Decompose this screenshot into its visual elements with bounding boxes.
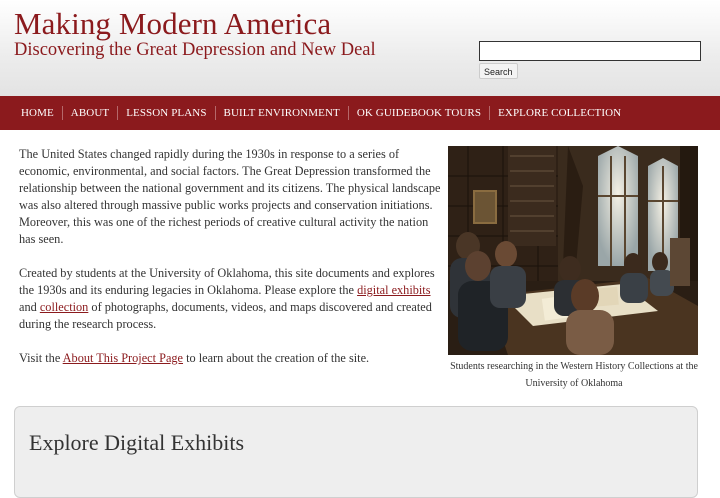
photo-illustration (448, 146, 698, 355)
intro-paragraph: Created by students at the University of… (19, 265, 442, 333)
intro-paragraph: Visit the About This Project Page to lea… (19, 350, 442, 367)
search-button[interactable]: Search (479, 63, 518, 79)
nav-item-ok-guidebook-tours[interactable]: OK GUIDEBOOK TOURS (349, 96, 489, 130)
search-input[interactable] (479, 41, 701, 61)
nav-item-about[interactable]: ABOUT (63, 96, 117, 130)
intro-paragraph: The United States changed rapidly during… (19, 147, 441, 246)
explore-exhibits-panel: Explore Digital Exhibits (14, 406, 698, 498)
explore-exhibits-heading: Explore Digital Exhibits (29, 430, 245, 455)
main-nav: HOME ABOUT LESSON PLANS BUILT ENVIRONMEN… (0, 96, 720, 130)
intro-text: The United States changed rapidly during… (19, 146, 442, 384)
digital-exhibits-link[interactable]: digital exhibits (357, 283, 430, 297)
nav-item-built-environment[interactable]: BUILT ENVIRONMENT (216, 96, 348, 130)
photo-caption: Students researching in the Western Hist… (450, 361, 698, 389)
nav-item-explore-collection[interactable]: EXPLORE COLLECTION (490, 96, 629, 130)
site-title[interactable]: Making Modern America (14, 6, 331, 42)
students-research-photo (448, 146, 698, 355)
site-header: Making Modern America Discovering the Gr… (0, 0, 720, 96)
nav-item-lesson-plans[interactable]: LESSON PLANS (118, 96, 214, 130)
intro-text-span: to learn about the creation of the site. (183, 351, 370, 365)
nav-item-home[interactable]: HOME (13, 96, 62, 130)
site-subtitle: Discovering the Great Depression and New… (14, 40, 376, 60)
collection-link[interactable]: collection (40, 300, 89, 314)
about-project-link[interactable]: About This Project Page (63, 351, 183, 365)
intro-text-span: Visit the (19, 351, 63, 365)
intro-text-span: and (19, 300, 40, 314)
